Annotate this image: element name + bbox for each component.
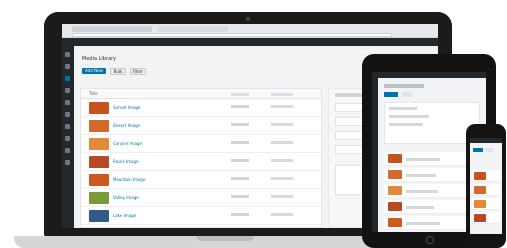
row-date — [231, 123, 249, 126]
row-date — [231, 177, 249, 180]
phone-row[interactable] — [472, 212, 500, 224]
tablet-secondary-button[interactable] — [402, 92, 412, 97]
phone-add-new-button[interactable] — [473, 148, 483, 152]
column-header-title[interactable]: Title — [89, 89, 98, 99]
tablet-row-title[interactable] — [406, 158, 440, 161]
row-author — [271, 177, 293, 180]
sidebar-posts-icon[interactable] — [65, 64, 70, 69]
table-row[interactable]: Rocks Image — [81, 153, 321, 171]
tablet-add-new-button[interactable] — [384, 92, 398, 97]
sidebar-media-icon[interactable] — [65, 76, 70, 81]
tablet-thumbnail[interactable] — [388, 170, 402, 179]
row-date — [231, 213, 249, 216]
tablet-home-button[interactable] — [426, 236, 434, 244]
filter-button[interactable]: Filter — [130, 68, 146, 75]
tablet-thumbnail[interactable] — [388, 218, 402, 227]
browser-tab[interactable] — [72, 26, 152, 32]
row-date — [231, 195, 249, 198]
column-header-author[interactable] — [271, 93, 293, 96]
row-author — [271, 213, 293, 216]
thumbnail-image[interactable] — [89, 210, 109, 222]
phone-thumbnail[interactable] — [474, 172, 486, 180]
sidebar-settings-icon[interactable] — [65, 160, 70, 165]
row-author — [271, 105, 293, 108]
add-new-button[interactable]: Add New — [82, 68, 106, 74]
sidebar-tools-icon[interactable] — [65, 148, 70, 153]
sidebar-dashboard-icon[interactable] — [65, 52, 70, 57]
panel-heading — [335, 93, 365, 97]
phone-thumbnail[interactable] — [474, 186, 486, 194]
phone-row[interactable] — [472, 184, 500, 196]
tablet-admin-bar — [372, 72, 486, 78]
tablet-panel-line — [389, 123, 423, 126]
browser-tab[interactable] — [158, 26, 228, 32]
phone-admin-bar — [470, 138, 502, 143]
camera-icon — [246, 17, 250, 21]
table-row[interactable]: Desert Image — [81, 117, 321, 135]
bulk-button[interactable]: Bulk — [110, 68, 126, 75]
browser-chrome — [62, 24, 438, 38]
table-row[interactable]: Canyon Image — [81, 135, 321, 153]
row-author — [271, 123, 293, 126]
phone-row[interactable] — [472, 170, 500, 182]
row-title[interactable]: Sunset Image — [113, 105, 141, 110]
sidebar-plugins-icon[interactable] — [65, 124, 70, 129]
tablet-row-title[interactable] — [406, 222, 440, 225]
phone-screen — [470, 138, 502, 234]
tablet-row-title[interactable] — [406, 206, 434, 209]
row-author — [271, 195, 293, 198]
row-title[interactable]: Desert Image — [113, 123, 140, 128]
tablet-panel-line — [389, 115, 429, 118]
row-date — [231, 141, 249, 144]
thumbnail-image[interactable] — [89, 156, 109, 168]
row-author — [271, 141, 293, 144]
tablet-thumbnail[interactable] — [388, 186, 402, 195]
column-header-date[interactable] — [231, 93, 249, 96]
tablet-sidebar — [372, 78, 378, 232]
thumbnail-image[interactable] — [89, 174, 109, 186]
page-title: Media Library — [82, 56, 117, 62]
thumbnail-image[interactable] — [89, 192, 109, 204]
table-row[interactable]: Sunset Image — [81, 99, 321, 117]
tablet-row-title[interactable] — [406, 174, 436, 177]
table-row[interactable]: Mountain Image — [81, 171, 321, 189]
sidebar-comments-icon[interactable] — [65, 100, 70, 105]
address-bar[interactable] — [72, 33, 392, 37]
sidebar-users-icon[interactable] — [65, 136, 70, 141]
row-author — [271, 159, 293, 162]
thumbnail-image[interactable] — [89, 102, 109, 114]
row-date — [231, 159, 249, 162]
phone-row[interactable] — [472, 198, 500, 210]
row-title[interactable]: Mountain Image — [113, 177, 145, 182]
admin-sidebar — [62, 46, 74, 228]
laptop-notch — [196, 236, 254, 241]
row-title[interactable]: Lake Image — [113, 213, 136, 218]
media-table: Title Sunset Image Desert Image Canyon I… — [80, 88, 322, 228]
tablet-thumbnail[interactable] — [388, 202, 402, 211]
tablet-row-title[interactable] — [406, 190, 438, 193]
thumbnail-image[interactable] — [89, 120, 109, 132]
row-title[interactable]: Rocks Image — [113, 159, 138, 164]
row-title[interactable]: Valley Image — [113, 195, 139, 200]
table-header: Title — [81, 89, 321, 99]
admin-top-bar — [62, 38, 438, 46]
sidebar-appearance-icon[interactable] — [65, 112, 70, 117]
sidebar-pages-icon[interactable] — [65, 88, 70, 93]
table-row[interactable]: Lake Image — [81, 207, 321, 225]
row-date — [231, 105, 249, 108]
tablet-page-title — [384, 84, 424, 88]
thumbnail-image[interactable] — [89, 138, 109, 150]
phone-thumbnail[interactable] — [474, 214, 486, 222]
row-title[interactable]: Canyon Image — [113, 141, 142, 146]
phone-thumbnail[interactable] — [474, 200, 486, 208]
phone-secondary-button[interactable] — [485, 148, 493, 152]
table-row[interactable]: Valley Image — [81, 189, 321, 207]
tablet-panel-line — [389, 107, 417, 110]
tablet-thumbnail[interactable] — [388, 154, 402, 163]
